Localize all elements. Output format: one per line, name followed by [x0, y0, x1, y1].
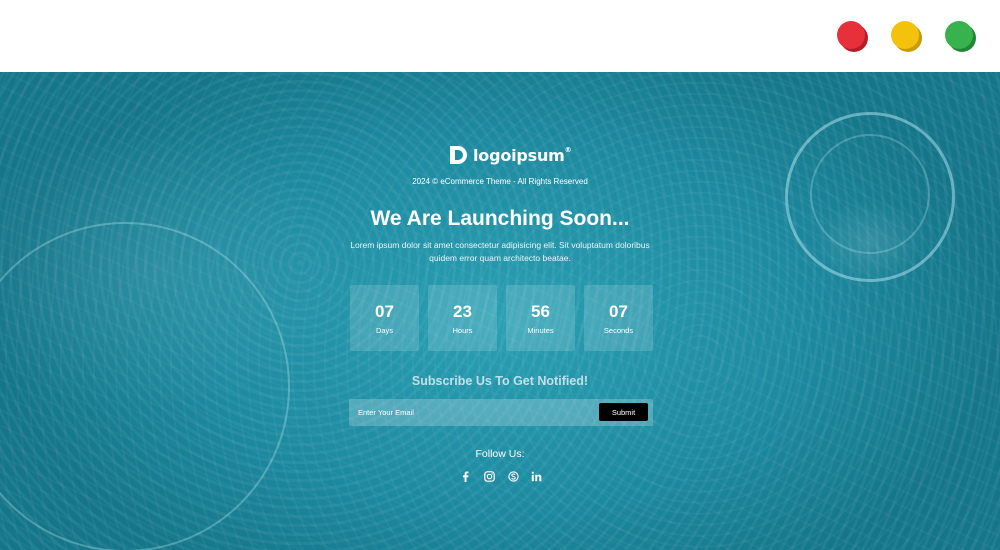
- countdown-value: 56: [531, 302, 550, 321]
- window-titlebar: [0, 0, 1000, 72]
- countdown-timer: 07 Days 23 Hours 56 Minutes 07 Seconds: [350, 285, 654, 351]
- countdown-value: 07: [609, 302, 628, 321]
- launch-content: logoipsum® 2024 © eCommerce Theme - All …: [0, 72, 1000, 550]
- facebook-icon[interactable]: [458, 468, 472, 484]
- subscribe-title: Subscribe Us To Get Notified!: [411, 374, 589, 388]
- copyright-text: 2024 © eCommerce Theme - All Rights Rese…: [412, 177, 588, 186]
- countdown-value: 07: [375, 302, 394, 321]
- email-input[interactable]: [349, 399, 594, 426]
- countdown-label: Minutes: [527, 326, 554, 335]
- countdown-value: 23: [453, 302, 472, 321]
- countdown-minutes: 56 Minutes: [506, 285, 575, 351]
- hero-background: logoipsum® 2024 © eCommerce Theme - All …: [0, 72, 1000, 550]
- countdown-seconds: 07 Seconds: [584, 285, 653, 351]
- countdown-hours: 23 Hours: [428, 285, 497, 351]
- brand-logo[interactable]: logoipsum®: [448, 144, 572, 166]
- countdown-label: Seconds: [603, 326, 634, 335]
- page-description: Lorem ipsum dolor sit amet consectetur a…: [350, 240, 650, 263]
- countdown-days: 07 Days: [350, 285, 419, 351]
- linkedin-icon[interactable]: [529, 468, 543, 484]
- maximize-window-button[interactable]: [945, 21, 973, 49]
- logo-mark-icon: [448, 144, 468, 166]
- social-links: [458, 468, 548, 484]
- follow-us-title: Follow Us:: [475, 448, 525, 460]
- logo-text: logoipsum®: [473, 145, 572, 165]
- minimize-window-button[interactable]: [891, 21, 919, 49]
- countdown-label: Hours: [452, 326, 473, 335]
- close-window-button[interactable]: [837, 21, 865, 49]
- countdown-label: Days: [375, 326, 394, 335]
- submit-button[interactable]: Submit: [599, 403, 648, 421]
- skype-icon[interactable]: [506, 468, 520, 484]
- subscribe-form: Submit: [349, 399, 653, 426]
- page-headline: We Are Launching Soon...: [370, 207, 630, 230]
- instagram-icon[interactable]: [482, 468, 496, 484]
